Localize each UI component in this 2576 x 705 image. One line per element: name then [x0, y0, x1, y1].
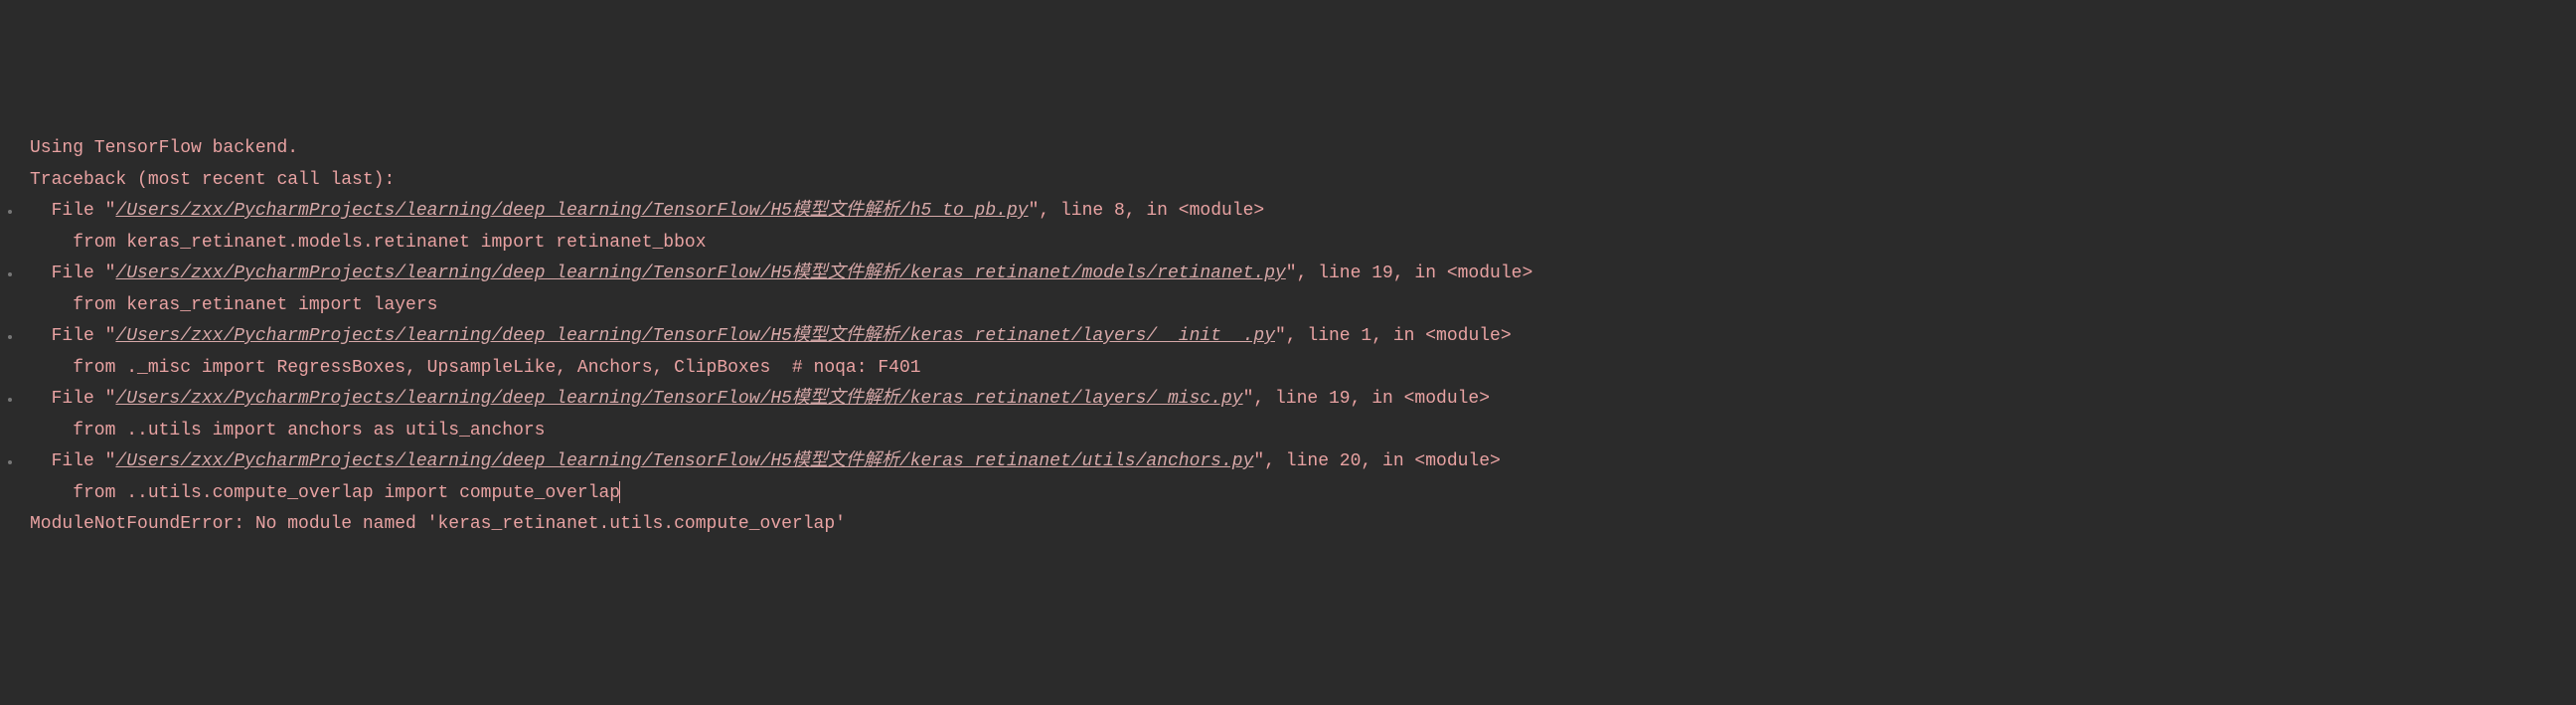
line-info: ", line 20, in [1253, 451, 1414, 471]
module-tag: <module> [1404, 389, 1490, 409]
line-info: ", line 8, in [1029, 201, 1179, 221]
source-code: from ._misc import RegressBoxes, Upsampl… [30, 358, 921, 378]
traceback-file-line: File "/Users/zxx/PycharmProjects/learnin… [30, 384, 2576, 416]
file-path-link[interactable]: /Users/zxx/PycharmProjects/learning/deep… [115, 389, 1242, 409]
file-path-link[interactable]: /Users/zxx/PycharmProjects/learning/deep… [115, 264, 1285, 283]
traceback-file-line: File "/Users/zxx/PycharmProjects/learnin… [30, 321, 2576, 353]
gutter-dot-icon [8, 398, 12, 402]
file-path-link[interactable]: /Users/zxx/PycharmProjects/learning/deep… [115, 201, 1028, 221]
traceback-file-line: File "/Users/zxx/PycharmProjects/learnin… [30, 196, 2576, 228]
source-code: from keras_retinanet.models.retinanet im… [30, 233, 707, 253]
line-info: ", line 19, in [1243, 389, 1404, 409]
module-tag: <module> [1414, 451, 1500, 471]
traceback-text: Traceback (most recent call last): [30, 170, 395, 190]
module-tag: <module> [1447, 264, 1532, 283]
traceback-source-line: from ._misc import RegressBoxes, Upsampl… [30, 353, 2576, 385]
file-path-link[interactable]: /Users/zxx/PycharmProjects/learning/deep… [115, 326, 1275, 346]
traceback-header-line: Traceback (most recent call last): [30, 165, 2576, 197]
file-prefix: File " [30, 451, 115, 471]
error-line: ModuleNotFoundError: No module named 'ke… [30, 509, 2576, 541]
backend-text: Using TensorFlow backend. [30, 138, 298, 158]
file-prefix: File " [30, 201, 115, 221]
error-text: ModuleNotFoundError: No module named 'ke… [30, 514, 846, 534]
traceback-source-line: from ..utils import anchors as utils_anc… [30, 416, 2576, 447]
source-code: from ..utils import anchors as utils_anc… [30, 421, 545, 441]
source-code: from ..utils.compute_overlap import comp… [30, 483, 620, 503]
line-info: ", line 19, in [1286, 264, 1447, 283]
traceback-source-line: from keras_retinanet.models.retinanet im… [30, 228, 2576, 260]
gutter-dot-icon [8, 335, 12, 339]
line-info: ", line 1, in [1275, 326, 1425, 346]
file-prefix: File " [30, 264, 115, 283]
module-tag: <module> [1179, 201, 1264, 221]
gutter-dot-icon [8, 210, 12, 214]
gutter-dot-icon [8, 460, 12, 464]
traceback-source-line: from ..utils.compute_overlap import comp… [30, 478, 2576, 510]
text-cursor [619, 481, 620, 503]
gutter-dot-icon [8, 272, 12, 276]
module-tag: <module> [1425, 326, 1511, 346]
backend-line: Using TensorFlow backend. [30, 133, 2576, 165]
file-prefix: File " [30, 389, 115, 409]
file-prefix: File " [30, 326, 115, 346]
traceback-file-line: File "/Users/zxx/PycharmProjects/learnin… [30, 259, 2576, 290]
console-output[interactable]: Using TensorFlow backend. Traceback (most… [30, 133, 2576, 541]
source-code: from keras_retinanet import layers [30, 295, 437, 315]
traceback-source-line: from keras_retinanet import layers [30, 290, 2576, 322]
traceback-file-line: File "/Users/zxx/PycharmProjects/learnin… [30, 446, 2576, 478]
file-path-link[interactable]: /Users/zxx/PycharmProjects/learning/deep… [115, 451, 1253, 471]
